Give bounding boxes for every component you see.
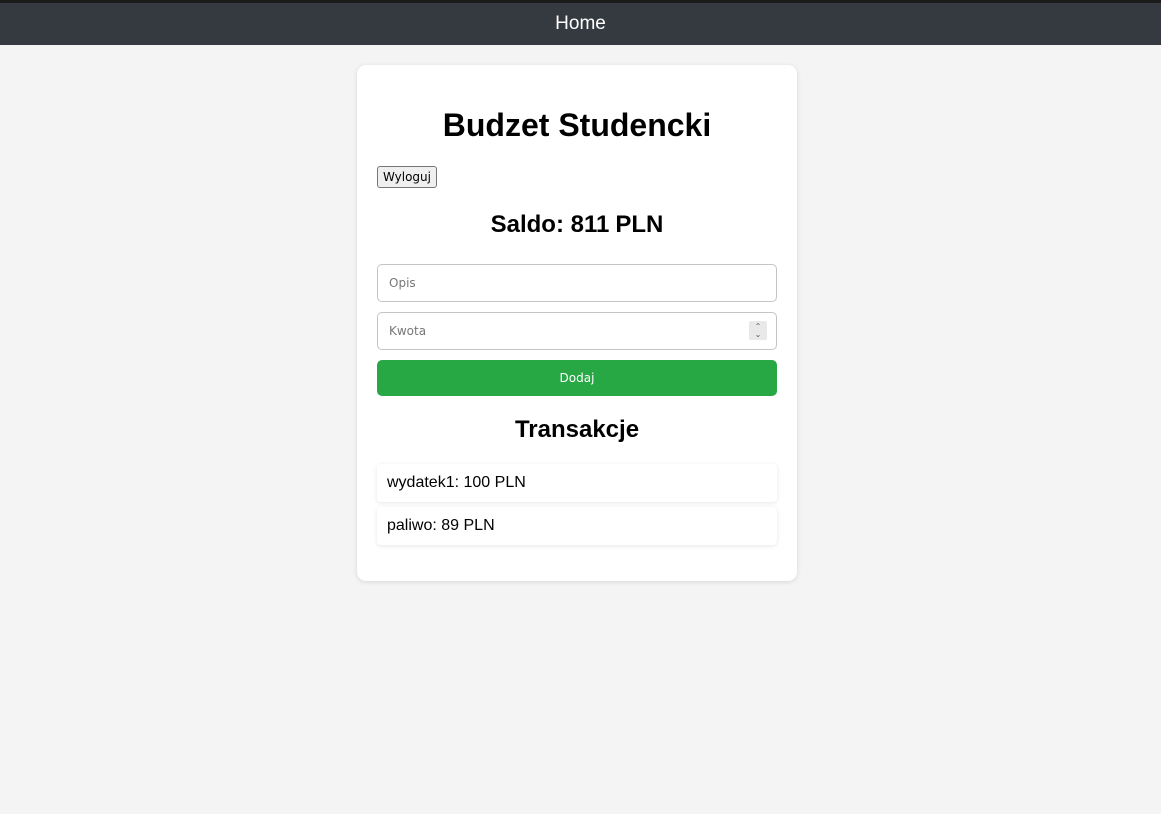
transaction-currency: PLN	[463, 517, 495, 534]
top-navbar: Home	[0, 0, 1161, 45]
transactions-heading: Transakcje	[514, 416, 640, 443]
budget-card: Budzet Studencki Wyloguj Saldo: 811PLN ⌃…	[357, 65, 797, 581]
transaction-amount: 89	[441, 517, 460, 534]
number-spinner-icon[interactable]: ⌃ ⌄	[749, 321, 767, 340]
balance-value: 811	[570, 211, 610, 238]
transaction-item: paliwo: 89 PLN	[377, 507, 777, 545]
add-transaction-button[interactable]: Dodaj	[377, 360, 777, 396]
page-title: Budzet Studencki	[442, 107, 712, 143]
amount-field-wrapper: ⌃ ⌄	[377, 312, 777, 350]
spinner-down-icon[interactable]: ⌄	[755, 330, 762, 339]
transaction-currency: PLN	[494, 474, 526, 491]
nav-home-link[interactable]: Home	[555, 14, 606, 33]
balance-heading: Saldo: 811 PLN	[357, 211, 797, 239]
transaction-item: wydatek1: 100 PLN	[377, 464, 777, 502]
transaction-description: wydatek1	[387, 474, 455, 491]
transaction-amount: 100	[463, 474, 491, 491]
logout-button[interactable]: Wyloguj	[377, 166, 437, 188]
description-input[interactable]	[377, 264, 777, 302]
amount-input[interactable]	[377, 312, 777, 350]
balance-currency: PLN	[615, 211, 664, 238]
balance-label: Saldo:	[490, 211, 564, 238]
transactions-list: wydatek1: 100 PLN paliwo: 89 PLN	[377, 464, 777, 550]
transaction-description: paliwo	[387, 517, 433, 534]
